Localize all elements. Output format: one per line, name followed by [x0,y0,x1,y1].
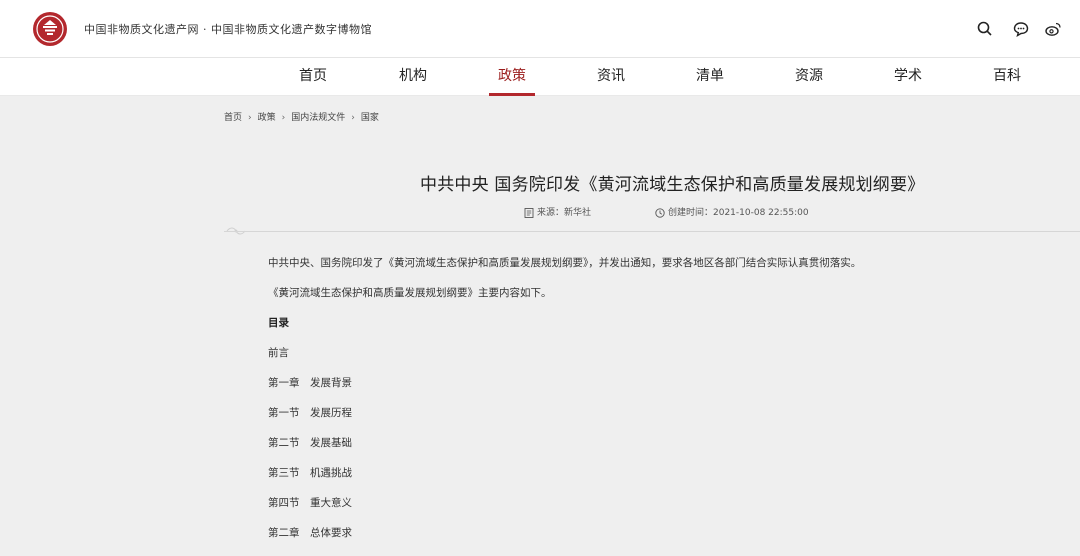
article-source-text: 来源：新华社 [537,208,592,218]
nav-item-encyclopedia[interactable]: 百科 [977,58,1037,96]
paragraph: 《黄河流域生态保护和高质量发展规划纲要》主要内容如下。 [268,287,552,299]
article-created-text: 创建时间：2021-10-08 22:55:00 [668,208,809,218]
nav-item-news[interactable]: 资讯 [581,58,641,96]
toc-item: 第三节 机遇挑战 [268,467,352,479]
nav-item-policy[interactable]: 政策 [482,58,542,96]
nav-item-lists[interactable]: 清单 [680,58,740,96]
breadcrumb-national[interactable]: 国家 [361,110,379,123]
top-header: 中国非物质文化遗产网 · 中国非物质文化遗产数字博物馆 [0,0,1080,58]
site-logo[interactable] [32,11,68,47]
nav-item-academic[interactable]: 学术 [878,58,938,96]
document-icon [524,207,534,218]
chevron-right-icon: › [281,113,286,123]
chat-icon[interactable] [1012,20,1030,38]
toc-item: 第一节 发展历程 [268,407,352,419]
weibo-icon[interactable] [1044,20,1062,38]
toc-item: 第一章 发展背景 [268,377,352,389]
article-title: 中共中央 国务院印发《黄河流域生态保护和高质量发展规划纲要》 [420,175,925,195]
chevron-right-icon: › [351,113,355,123]
breadcrumb-home[interactable]: 首页 [224,110,242,123]
toc-item: 前言 [268,347,289,359]
toc-item: 第四节 重大意义 [268,497,352,509]
nav-item-resources[interactable]: 资源 [779,58,839,96]
nav-item-home[interactable]: 首页 [283,58,343,96]
search-icon[interactable] [976,20,994,38]
breadcrumb-policy[interactable]: 政策 [258,110,276,123]
article-source: 来源：新华社 [524,205,591,218]
chevron-right-icon: › [248,113,252,123]
nav-item-organizations[interactable]: 机构 [383,58,443,96]
paragraph: 中共中央、国务院印发了《黄河流域生态保护和高质量发展规划纲要》，并发出通知，要求… [268,257,862,269]
toc-item: 第二节 发展基础 [268,437,352,449]
title-divider [224,231,1080,232]
toc-heading: 目录 [268,317,289,329]
breadcrumb: 首页 › 政策 › 国内法规文件 › 国家 [224,110,379,123]
toc-item: 第二章 总体要求 [268,527,352,539]
main-nav: 首页 机构 政策 资讯 清单 资源 学术 百科 [0,58,1080,96]
site-title[interactable]: 中国非物质文化遗产网 · 中国非物质文化遗产数字博物馆 [84,21,372,37]
breadcrumb-domestic-regulations[interactable]: 国内法规文件 [291,110,345,123]
clock-icon [655,207,665,218]
article-created-time: 创建时间：2021-10-08 22:55:00 [655,205,809,218]
